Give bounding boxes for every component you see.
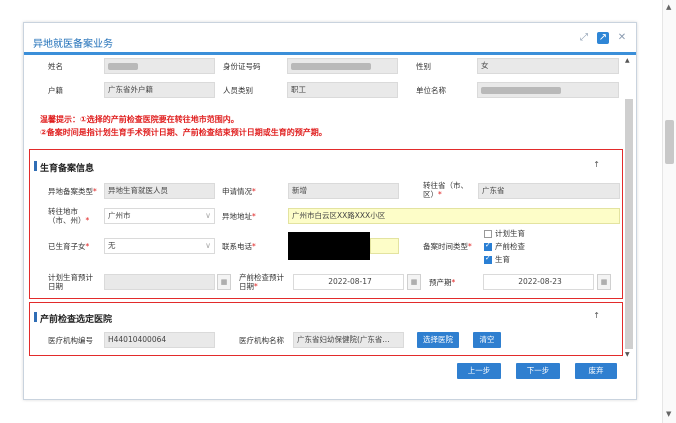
id-field — [287, 58, 398, 74]
category-field: 职工 — [287, 82, 398, 98]
apply-status-label: 申请情况* — [222, 187, 256, 196]
gender-label: 性别 — [416, 62, 431, 71]
huji-label: 户籍 — [48, 86, 63, 95]
phone-label: 联系电话* — [222, 242, 256, 251]
inner-scroll-up-icon[interactable]: ▲ — [625, 57, 630, 64]
phone-input-tail[interactable] — [370, 238, 399, 254]
id-label: 身份证号码 — [223, 62, 261, 71]
planning-date-label: 计划生育预计日期 — [48, 273, 93, 291]
collapse-up-icon[interactable]: ↑ — [593, 160, 600, 169]
name-label: 姓名 — [48, 62, 63, 71]
prenatal-date-input[interactable]: 2022-08-17 — [293, 274, 404, 290]
dialog-scrollbar[interactable]: ▲ ▼ — [624, 57, 634, 359]
dialog-title: 异地就医备案业务 — [33, 39, 113, 50]
option-birth[interactable]: 生育 — [484, 254, 510, 265]
birth-section-title: 生育备案信息 — [40, 164, 95, 174]
dialog-scroll-thumb[interactable] — [625, 99, 633, 349]
chevron-down-icon: ∨ — [205, 211, 211, 220]
collapse-up-icon[interactable]: ↑ — [593, 311, 600, 320]
option-planning[interactable]: 计划生育 — [484, 228, 525, 239]
remote-address-label: 异地地址* — [222, 212, 256, 221]
scroll-down-icon[interactable]: ▼ — [666, 410, 671, 418]
unit-label: 单位名称 — [416, 86, 446, 95]
expand-icon[interactable]: ⤢ — [578, 32, 590, 44]
section-bar — [34, 161, 37, 171]
next-step-button[interactable]: 下一步 — [516, 363, 560, 379]
prenatal-checkbox[interactable] — [484, 241, 492, 251]
hospital-code-label: 医疗机构编号 — [48, 336, 93, 345]
calendar-icon[interactable]: ▦ — [597, 274, 611, 290]
to-province-label: 转往省（市、区）* — [423, 181, 468, 199]
option-prenatal[interactable]: 产前检查 — [484, 241, 525, 252]
prenatal-date-label: 产前检查预计日期* — [239, 273, 284, 291]
due-date-input[interactable]: 2022-08-23 — [483, 274, 594, 290]
calendar-icon[interactable]: ▦ — [407, 274, 421, 290]
close-icon[interactable]: ✕ — [616, 32, 628, 44]
discard-button[interactable]: 废弃 — [575, 363, 617, 379]
birth-record-section: 生育备案信息 ↑ 异地备案类型* 异地生育就医人员 申请情况* 新增 转往省（市… — [29, 149, 623, 299]
section-bar — [34, 312, 37, 322]
to-province-field: 广东省 — [478, 183, 620, 199]
inner-scroll-down-icon[interactable]: ▼ — [625, 351, 630, 358]
planning-date-field — [104, 274, 215, 290]
due-date-label: 预产期* — [429, 278, 456, 287]
hospital-name-label: 医疗机构名称 — [239, 336, 284, 345]
warning-line-1: 温馨提示：①选择的产前检查医院要在转往地市范围内。 — [40, 115, 239, 124]
remote-type-field: 异地生育就医人员 — [104, 183, 215, 199]
calendar-icon[interactable]: ▦ — [217, 274, 231, 290]
prenatal-hospital-section: 产前检查选定医院 ↑ 医疗机构编号 H44010400064 医疗机构名称 广东… — [29, 302, 623, 356]
hospital-section-title: 产前检查选定医院 — [40, 315, 113, 325]
remote-type-label: 异地备案类型* — [48, 187, 97, 196]
unit-field — [477, 82, 619, 98]
to-city-select[interactable]: 广州市 ∨ — [104, 208, 215, 224]
page-scrollbar[interactable]: ▲ ▼ — [662, 0, 676, 423]
phone-input-redacted[interactable] — [288, 232, 370, 260]
remote-medical-dialog: 异地就医备案业务 ⤢ ↗ ✕ ▲ ▼ 姓名 身份证号码 性别 女 户籍 广东省外… — [23, 22, 637, 400]
chevron-down-icon: ∨ — [205, 241, 211, 250]
select-hospital-button[interactable]: 选择医院 — [417, 332, 459, 348]
warning-line-2: ②备案时间是指计划生育手术预计日期、产前检查结束预计日期或生育的预产期。 — [40, 128, 327, 137]
children-label: 已生育子女* — [48, 242, 90, 251]
category-label: 人员类别 — [223, 86, 253, 95]
prev-step-button[interactable]: 上一步 — [457, 363, 501, 379]
to-city-label: 转往地市（市、州）* — [48, 207, 90, 225]
page-scroll-thumb[interactable] — [665, 120, 674, 164]
children-select[interactable]: 无 ∨ — [104, 238, 215, 254]
name-field — [104, 58, 215, 74]
planning-checkbox[interactable] — [484, 229, 492, 238]
record-time-type-label: 备案时间类型* — [423, 242, 472, 251]
gender-field: 女 — [477, 58, 619, 74]
huji-field: 广东省外户籍 — [104, 82, 215, 98]
scroll-up-icon[interactable]: ▲ — [666, 3, 671, 11]
birth-checkbox[interactable] — [484, 254, 492, 264]
dialog-header: 异地就医备案业务 ⤢ ↗ ✕ — [24, 23, 636, 55]
remote-address-input[interactable]: 广州市白云区XX路XXX小区 — [288, 208, 620, 224]
hospital-code-field: H44010400064 — [104, 332, 215, 348]
apply-status-field: 新增 — [288, 183, 399, 199]
hospital-name-field: 广东省妇幼保健院(广东省... — [293, 332, 404, 348]
popout-icon[interactable]: ↗ — [597, 32, 609, 44]
clear-button[interactable]: 清空 — [473, 332, 501, 348]
